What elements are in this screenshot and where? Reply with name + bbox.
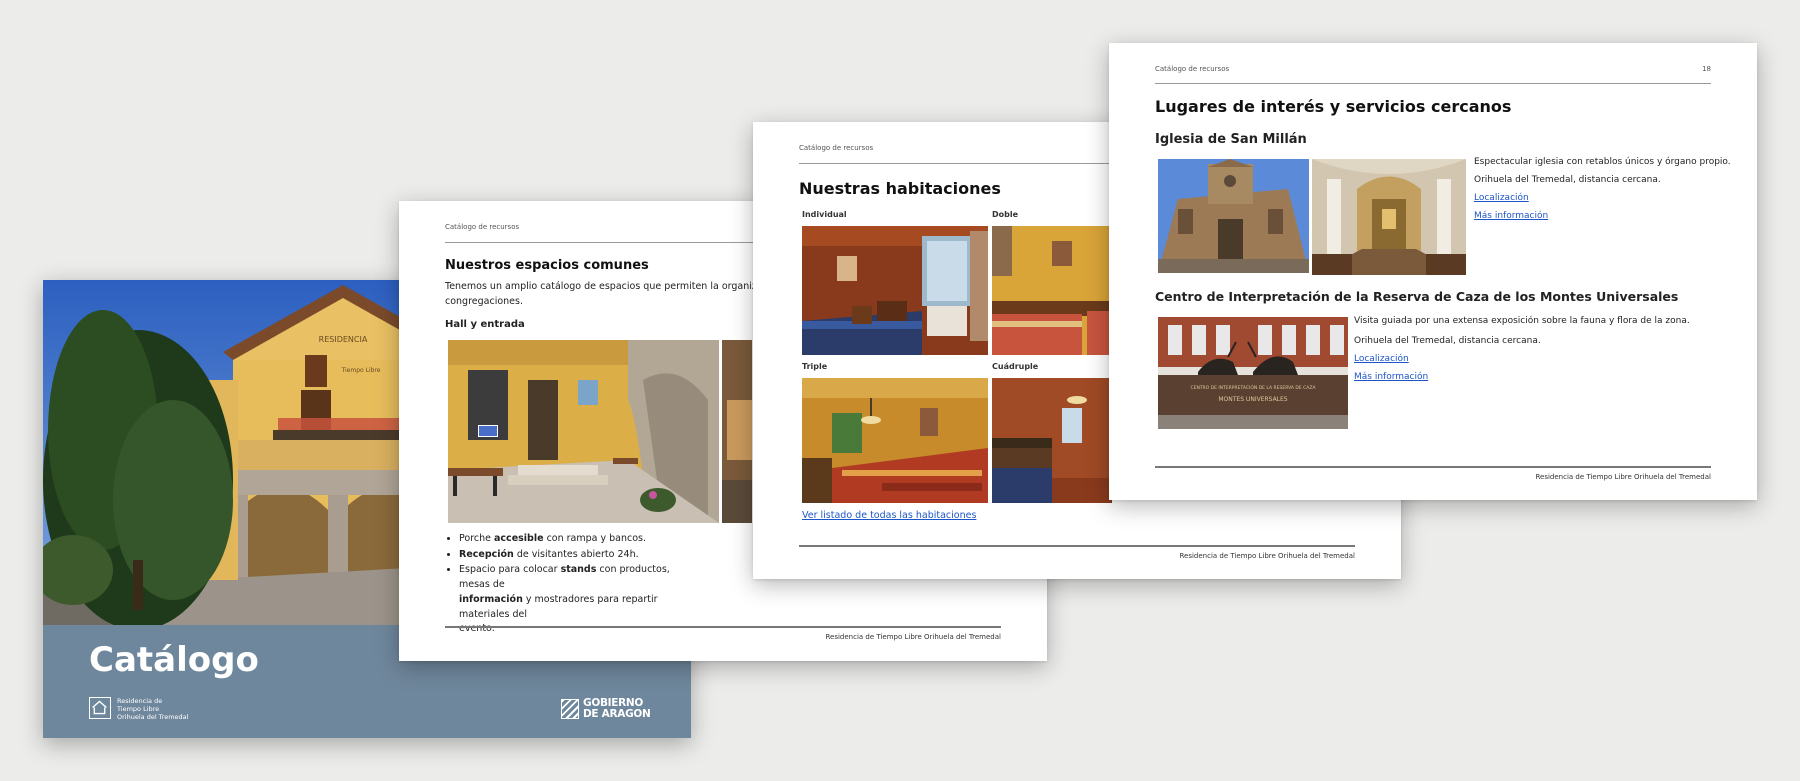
church-interior-photo (1312, 159, 1466, 275)
residence-emblem-icon (89, 697, 111, 719)
gov-brand-line-2: DE ARAGON (583, 707, 651, 720)
facade-sign-bottom: Tiempo Libre (341, 367, 381, 374)
aragon-flag-icon (561, 698, 579, 719)
section-title: Hall y entrada (445, 319, 525, 330)
interpretation-center-photo: CENTRO DE INTERPRETACIÓN DE LA RESERVA D… (1158, 317, 1348, 429)
room-caption-doble: Doble (992, 210, 1019, 219)
intro-line-2: congregaciones. (445, 295, 523, 307)
cover-title: Catálogo (89, 640, 259, 680)
room-photo-doble (992, 226, 1112, 355)
page-footer: Residencia de Tiempo Libre Orihuela del … (1535, 473, 1711, 481)
place-description: Visita guiada por una extensa exposición… (1354, 316, 1690, 326)
place-description: Espectacular iglesia con retablos únicos… (1474, 157, 1731, 167)
facade-sign-top: RESIDENCIA (319, 335, 368, 344)
more-info-link[interactable]: Más información (1354, 372, 1428, 382)
sign-line-1: CENTRO DE INTERPRETACIÓN DE LA RESERVA D… (1190, 384, 1316, 391)
room-caption-cuadruple: Cuádruple (992, 362, 1039, 371)
page-footer: Residencia de Tiempo Libre Orihuela del … (1179, 552, 1355, 560)
list-item: Recepción de visitantes abierto 24h. (459, 548, 685, 563)
page-number: 18 (1702, 65, 1711, 73)
place-title-iglesia: Iglesia de San Millán (1155, 132, 1307, 147)
page-title: Lugares de interés y servicios cercanos (1155, 97, 1512, 116)
sign-line-2: MONTES UNIVERSALES (1218, 396, 1287, 403)
room-caption-individual: Individual (802, 210, 847, 219)
location-link[interactable]: Localización (1354, 354, 1409, 364)
hall-photo-partial (722, 340, 752, 523)
porch-photo (448, 340, 719, 523)
place-location: Orihuela del Tremedal, distancia cercana… (1474, 175, 1661, 185)
place-title-centro: Centro de Interpretación de la Reserva d… (1155, 289, 1679, 304)
spaces-features-list: Porche accesible con rampa y bancos. Rec… (445, 532, 685, 638)
page-header: Catálogo de recursos (1155, 65, 1230, 73)
more-info-link[interactable]: Más información (1474, 211, 1548, 221)
room-caption-triple: Triple (802, 362, 828, 371)
page-title: Nuestros espacios comunes (445, 258, 649, 273)
room-photo-cuadruple (992, 378, 1112, 503)
page-header: Catálogo de recursos (445, 223, 520, 231)
gobierno-aragon-logo: GOBIERNO DE ARAGON (561, 698, 651, 719)
residence-logo: Residencia de Tiempo Libre Orihuela del … (89, 697, 188, 721)
room-photo-triple (802, 378, 988, 503)
gov-brand-line-1: GOBIERNO (583, 697, 644, 709)
header-divider (1155, 83, 1711, 84)
intro-line-1: Tenemos un amplio catálogo de espacios q… (445, 281, 809, 292)
page-places-of-interest: Catálogo de recursos 18 Lugares de inter… (1109, 43, 1757, 500)
residence-brand-line-2: Tiempo Libre (117, 705, 160, 714)
church-exterior-photo (1158, 159, 1309, 273)
residence-brand-line-1: Residencia de (117, 697, 163, 705)
list-item: Porche accesible con rampa y bancos. (459, 532, 685, 547)
footer-divider (1155, 466, 1711, 468)
all-rooms-link[interactable]: Ver listado de todas las habitaciones (802, 510, 976, 521)
page-footer: Residencia de Tiempo Libre Orihuela del … (825, 633, 1001, 641)
page-header: Catálogo de recursos (799, 144, 874, 152)
place-location: Orihuela del Tremedal, distancia cercana… (1354, 336, 1541, 346)
page-title: Nuestras habitaciones (799, 179, 1001, 198)
footer-divider (799, 545, 1355, 547)
location-link[interactable]: Localización (1474, 193, 1529, 203)
footer-divider (445, 626, 1001, 628)
room-photo-individual (802, 226, 988, 355)
residence-brand-line-3: Orihuela del Tremedal (117, 713, 189, 722)
